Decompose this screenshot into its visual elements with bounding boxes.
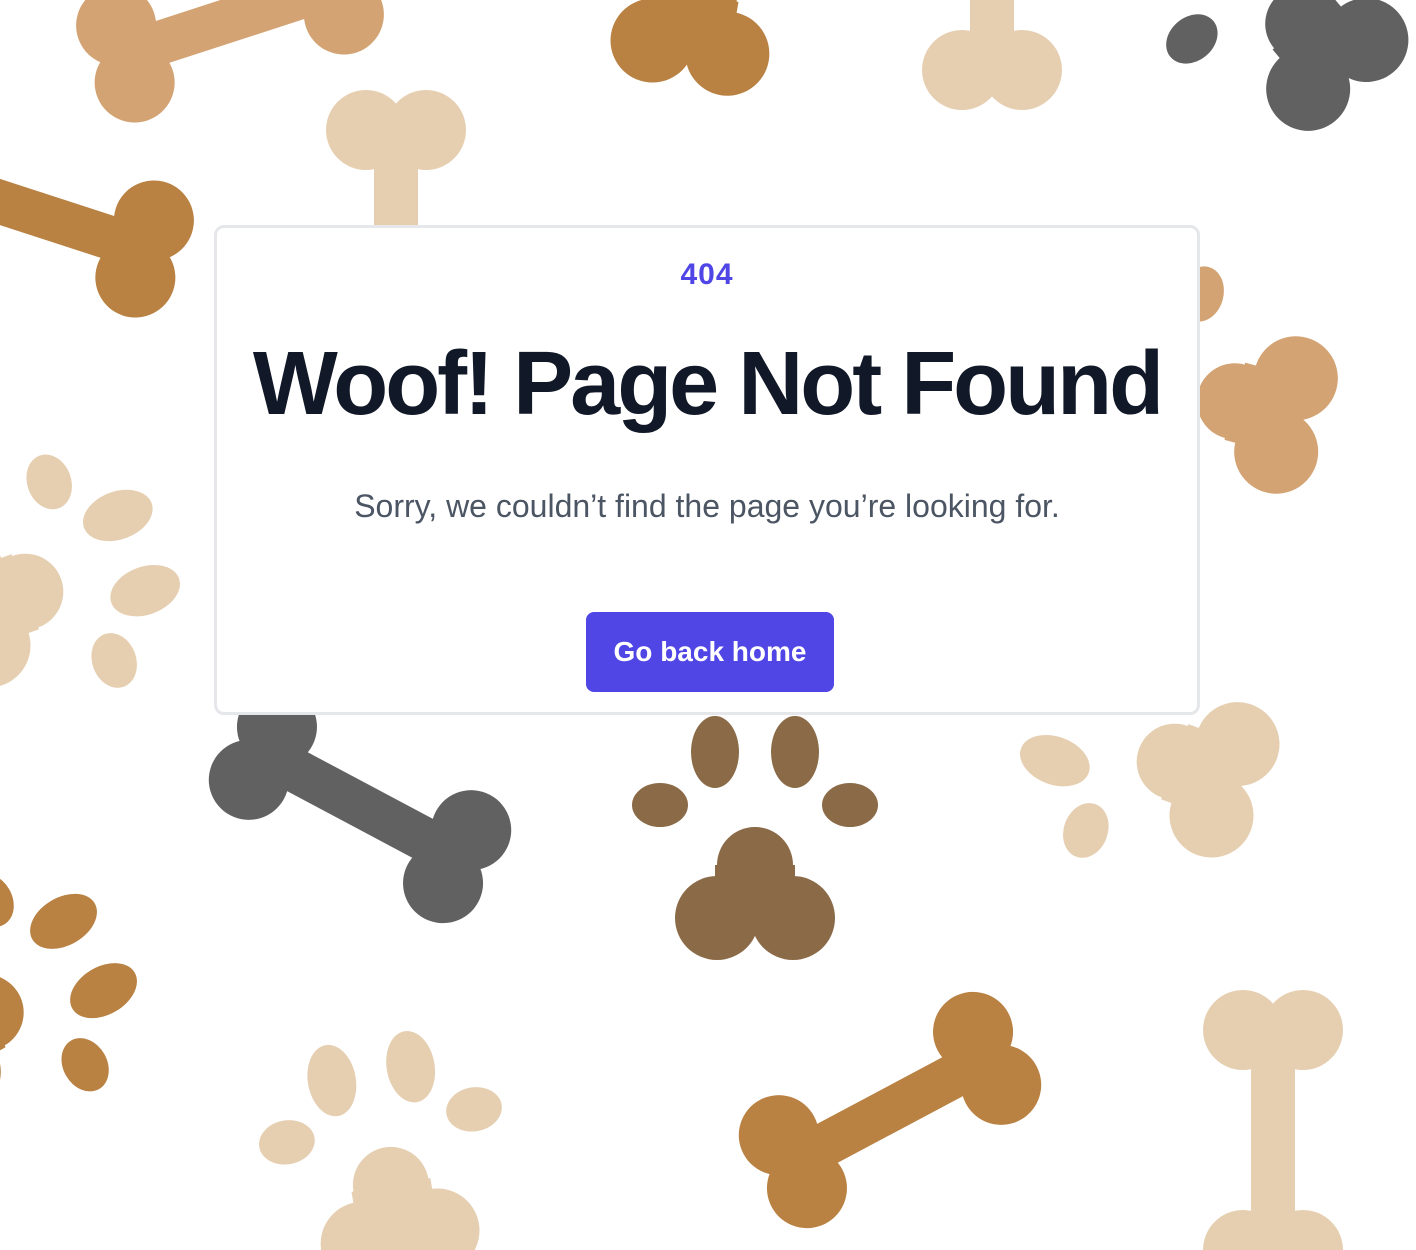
paw-print-icon [0,425,208,740]
error-card: 404 Woof! Page Not Found Sorry, we could… [214,225,1200,715]
bone-icon [724,977,1056,1243]
error-code: 404 [680,258,734,291]
page: 404 Woof! Page Not Found Sorry, we could… [0,0,1416,1250]
error-message: Sorry, we couldn’t find the page you’re … [354,488,1060,524]
paw-print-icon [243,1016,529,1250]
paw-print-icon [1113,0,1416,176]
bone-icon [1203,990,1343,1250]
go-home-button[interactable]: Go back home [586,612,834,692]
paw-print-icon [561,0,847,110]
page-title: Woof! Page Not Found [252,334,1164,434]
paw-print-icon [0,831,177,1167]
bone-icon [922,0,1062,110]
bone-icon [0,102,205,328]
paw-print-icon [632,716,878,960]
